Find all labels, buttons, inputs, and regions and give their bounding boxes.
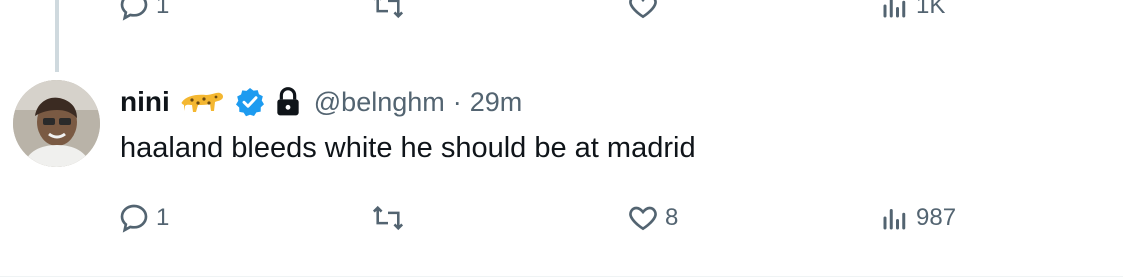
previous-reply-button[interactable]: 1 — [118, 0, 169, 22]
avatar-image — [13, 80, 100, 167]
lock-icon — [277, 87, 299, 116]
heart-icon — [629, 206, 657, 231]
like-count: 8 — [665, 204, 679, 231]
reply-count: 1 — [156, 204, 170, 231]
leopard-icon — [181, 92, 223, 112]
display-name[interactable]: nini — [120, 86, 170, 118]
views-button[interactable]: 987 — [880, 202, 956, 234]
views-icon — [883, 209, 906, 230]
previous-like-button[interactable] — [627, 0, 659, 22]
tweet-text: haaland bleeds white he should be at mad… — [120, 132, 696, 164]
previous-reply-count: 1 — [156, 0, 170, 19]
retweet-icon — [374, 0, 404, 19]
views-icon — [883, 0, 906, 18]
separator-dot: · — [452, 86, 462, 117]
avatar[interactable] — [13, 80, 100, 167]
reply-button[interactable]: 1 — [118, 202, 169, 234]
verified-badge-icon — [235, 88, 264, 117]
tweet-header: nini @belnghm · 29m — [120, 82, 522, 122]
user-handle[interactable]: @belnghm — [314, 87, 445, 118]
views-count: 987 — [916, 204, 957, 231]
previous-views-count: 1K — [916, 0, 946, 19]
retweet-button[interactable] — [370, 202, 406, 234]
reply-icon — [120, 204, 148, 233]
retweet-icon — [372, 205, 404, 231]
tweet-actions: 1 8 987 — [0, 198, 1123, 238]
previous-retweet-button[interactable] — [370, 0, 406, 22]
timestamp[interactable]: 29m — [470, 87, 523, 118]
like-button[interactable]: 8 — [627, 202, 678, 234]
previous-views-button[interactable]: 1K — [880, 0, 945, 22]
previous-tweet-actions: 1 1K — [0, 0, 1123, 26]
heart-icon — [629, 0, 657, 19]
reply-icon — [120, 0, 148, 21]
